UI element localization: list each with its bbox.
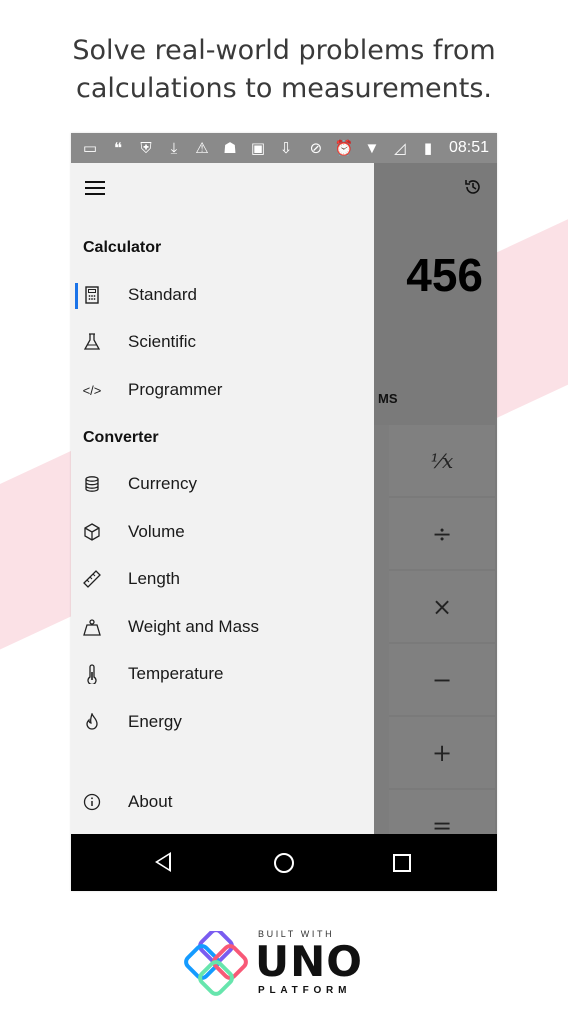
info-icon bbox=[81, 791, 103, 813]
alarm-icon: ⏰ bbox=[334, 140, 354, 157]
recents-icon[interactable] bbox=[393, 854, 411, 872]
do-not-disturb-icon: ⊘ bbox=[309, 140, 323, 157]
nav-item-volume[interactable]: Volume bbox=[71, 512, 374, 552]
uno-platform-logo: BUILT WITH UNO PLATFORM bbox=[183, 929, 383, 1001]
selected-indicator bbox=[75, 283, 78, 309]
system-navigation-bar bbox=[71, 834, 497, 891]
calculator-icon bbox=[81, 284, 103, 306]
nav-item-programmer[interactable]: </> Programmer bbox=[71, 370, 374, 410]
history-icon[interactable] bbox=[461, 175, 485, 199]
weight-icon bbox=[81, 616, 103, 638]
nav-item-temperature[interactable]: Temperature bbox=[71, 654, 374, 694]
status-bar: ▭ ❝ ⛨ ⤓ ⚠ ☗ ▣ ⇩ ⊘ ⏰ ▼ ◿ ▮ 08:51 bbox=[71, 133, 497, 163]
phone-screen: ▭ ❝ ⛨ ⤓ ⚠ ☗ ▣ ⇩ ⊘ ⏰ ▼ ◿ ▮ 08:51 456 MS ⅟… bbox=[71, 133, 497, 891]
divide-key[interactable]: ÷ bbox=[389, 498, 495, 569]
nav-item-label: Temperature bbox=[128, 664, 224, 683]
subtract-key[interactable]: − bbox=[389, 644, 495, 715]
key-column-divider bbox=[374, 425, 389, 865]
memory-store-button[interactable]: MS bbox=[378, 391, 398, 406]
navigation-drawer: Calculator Standard Scientific </> Progr… bbox=[71, 163, 374, 834]
headline-line-2: calculations to measurements. bbox=[76, 73, 492, 104]
nav-item-scientific[interactable]: Scientific bbox=[71, 322, 374, 362]
status-time: 08:51 bbox=[448, 139, 489, 156]
nav-item-weight-and-mass[interactable]: Weight and Mass bbox=[71, 607, 374, 647]
nav-item-label: Volume bbox=[128, 522, 185, 541]
download-box-icon: ⇩ bbox=[279, 140, 293, 157]
flame-icon bbox=[81, 711, 103, 733]
flask-icon bbox=[81, 331, 103, 353]
back-icon[interactable] bbox=[155, 852, 171, 872]
platform-label: PLATFORM bbox=[258, 985, 352, 996]
thermometer-icon bbox=[81, 663, 103, 685]
warning-icon: ⚠ bbox=[195, 140, 209, 157]
nav-item-label: Standard bbox=[128, 285, 197, 304]
section-converter: Converter bbox=[83, 429, 159, 446]
message-icon: ▭ bbox=[82, 140, 98, 157]
coins-icon bbox=[81, 473, 103, 495]
battery-icon: ▮ bbox=[423, 140, 433, 157]
android-icon: ☗ bbox=[223, 140, 237, 157]
nav-item-label: Length bbox=[128, 569, 180, 588]
add-key[interactable]: + bbox=[389, 717, 495, 788]
nav-item-energy[interactable]: Energy bbox=[71, 702, 374, 742]
operator-keys: ⅟x ÷ × − + = bbox=[389, 425, 495, 863]
hamburger-menu-icon[interactable] bbox=[85, 181, 105, 195]
shield-icon: ⛨ bbox=[140, 139, 152, 157]
home-icon[interactable] bbox=[274, 853, 294, 873]
nav-item-currency[interactable]: Currency bbox=[71, 464, 374, 504]
nav-item-about[interactable]: About bbox=[71, 782, 374, 822]
nav-item-label: Scientific bbox=[128, 332, 197, 351]
result-display: 456 bbox=[406, 249, 483, 301]
nav-item-standard[interactable]: Standard bbox=[71, 275, 374, 315]
image-icon: ▣ bbox=[250, 140, 266, 157]
wifi-icon: ▼ bbox=[364, 139, 380, 157]
uno-logo-mark-icon bbox=[184, 931, 248, 996]
signal-icon: ◿ bbox=[394, 140, 406, 157]
nav-item-label: Programmer bbox=[128, 380, 223, 399]
multiply-key[interactable]: × bbox=[389, 571, 495, 642]
section-calculator: Calculator bbox=[83, 239, 162, 256]
nav-item-label: About bbox=[128, 792, 173, 811]
chat-icon: ❝ bbox=[113, 140, 123, 157]
nav-item-label: Energy bbox=[128, 712, 182, 731]
reciprocal-key[interactable]: ⅟x bbox=[389, 425, 495, 496]
code-icon: </> bbox=[82, 382, 102, 398]
uno-wordmark: UNO bbox=[255, 937, 363, 986]
headline: Solve real-world problems from calculati… bbox=[0, 32, 568, 108]
download-icon: ⤓ bbox=[170, 139, 178, 157]
ruler-icon bbox=[81, 568, 103, 590]
cube-icon bbox=[81, 521, 103, 543]
headline-line-1: Solve real-world problems from bbox=[72, 35, 496, 66]
nav-item-label: Weight and Mass bbox=[128, 617, 260, 636]
nav-item-label: Currency bbox=[128, 474, 197, 493]
nav-item-length[interactable]: Length bbox=[71, 559, 374, 599]
